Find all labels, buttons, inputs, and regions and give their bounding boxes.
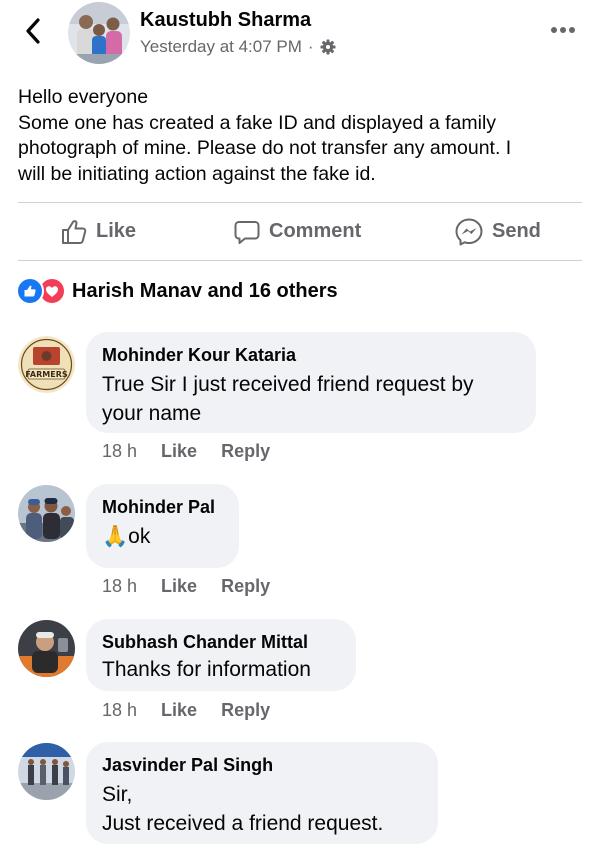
post-line: photograph of mine. Please do not transf… [18,137,512,159]
comment-line: Thanks for information [102,658,311,681]
post-line: Some one has created a fake ID and displ… [18,111,497,134]
reactions-text: Harish Manav and 16 others [72,279,338,302]
comment-text: Sir, Just received a friend request. [102,780,422,838]
comment-actions: 18 h Like Reply [102,700,270,721]
comment-text: True Sir I just received friend request … [102,370,520,428]
author-avatar[interactable] [68,2,130,64]
more-horizontal-icon [551,27,575,33]
folded-hands-icon: 🙏 [102,525,129,548]
comment-button[interactable]: Comment [233,203,361,260]
comment-text: 🙏ok [102,522,223,551]
comment-time: 18 h [102,700,138,720]
post-action-bar: Like Comment Send [0,203,600,260]
commenter-avatar[interactable]: FARMERS [18,336,75,393]
comment-time: 18 h [102,576,138,596]
post-body: Hello everyone Some one has created a fa… [18,85,578,187]
comment-like-button[interactable]: Like [161,441,197,462]
gear-icon[interactable] [320,39,336,55]
comment-like-button[interactable]: Like [161,576,197,597]
comment-label: Comment [269,220,362,242]
commenter-avatar[interactable] [18,620,75,677]
comment-line: Just received a friend request. [102,812,384,835]
reactions-summary[interactable]: Harish Manav and 16 others [16,277,338,305]
more-options-button[interactable] [548,20,578,40]
comment-bubble[interactable]: Subhash Chander Mittal Thanks for inform… [86,619,356,691]
comment-like-button[interactable]: Like [161,700,197,721]
author-name[interactable]: Kaustubh Sharma [140,9,311,32]
commenter-name[interactable]: Mohinder Kour Kataria [102,344,520,366]
meta-separator: · [307,37,314,56]
commenter-name[interactable]: Mohinder Pal [102,496,223,518]
comment-line: ok [128,525,151,548]
messenger-icon [455,218,483,245]
send-button[interactable]: Send [454,203,541,260]
avatar-badge-text: FARMERS [25,370,67,379]
comment-actions: 18 h Like Reply [102,576,270,597]
comment-line: your name [102,402,202,425]
like-button[interactable]: Like [60,203,136,260]
post-line: Hello everyone [18,86,149,108]
commenter-name[interactable]: Jasvinder Pal Singh [102,754,422,776]
send-label: Send [492,220,541,242]
commenter-avatar[interactable] [18,485,75,542]
divider [18,260,582,261]
comment-line: True Sir I just received friend request … [102,373,474,396]
post-meta: Yesterday at 4:07 PM · [140,37,336,57]
commenter-name[interactable]: Subhash Chander Mittal [102,631,340,653]
comment-bubble[interactable]: Mohinder Pal 🙏ok [86,484,239,568]
comment-time: 18 h [102,441,138,461]
thumbs-up-icon [62,219,87,244]
comment-text: Thanks for information [102,655,340,684]
comment-reply-button[interactable]: Reply [221,441,270,462]
post-line: will be initiating action against the fa… [18,162,376,185]
like-reaction-icon [16,277,44,305]
back-button[interactable] [16,14,50,48]
comment-actions: 18 h Like Reply [102,441,270,462]
post-header: Kaustubh Sharma Yesterday at 4:07 PM · [0,0,600,74]
comment-icon [234,220,260,244]
commenter-avatar[interactable] [18,743,75,800]
comment-bubble[interactable]: Jasvinder Pal Singh Sir, Just received a… [86,742,438,844]
chevron-left-icon [26,18,40,44]
comment-bubble[interactable]: Mohinder Kour Kataria True Sir I just re… [86,332,536,433]
post-timestamp[interactable]: Yesterday at 4:07 PM [140,37,302,57]
comment-line: Sir, [102,783,133,806]
like-label: Like [96,220,137,242]
comment-reply-button[interactable]: Reply [221,576,270,597]
comment-reply-button[interactable]: Reply [221,700,270,721]
